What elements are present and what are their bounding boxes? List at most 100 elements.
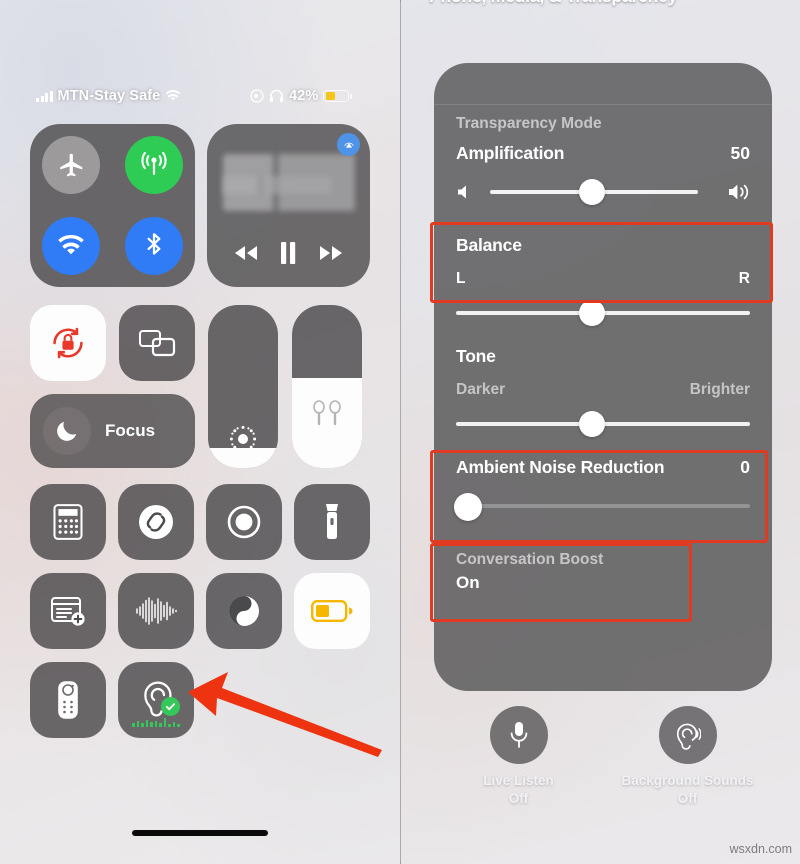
status-bar: MTN-Stay Safe 42% <box>0 84 400 108</box>
background-sounds-button[interactable]: Background Sounds Off <box>618 706 758 808</box>
airplay-glyph <box>343 142 354 148</box>
live-listen-labels: Live Listen Off <box>483 772 554 808</box>
do-not-disturb-icon <box>250 89 264 103</box>
focus-toggle[interactable]: Focus <box>30 394 195 468</box>
wifi-icon <box>58 235 85 255</box>
tone-darker-label: Darker <box>456 381 506 398</box>
tone-row[interactable]: Tone Darker Brighter <box>434 346 772 441</box>
hearing-level-bars-icon <box>118 718 194 727</box>
airpods-icon <box>292 400 362 430</box>
dark-mode-tile[interactable] <box>206 573 282 649</box>
right-panel-hearing-controls: Phone, Media, & Transparency Transparenc… <box>401 0 800 864</box>
dark-mode-icon <box>229 596 259 626</box>
shazam-icon <box>139 505 173 539</box>
ambient-noise-slider[interactable] <box>434 486 772 530</box>
balance-knob[interactable] <box>579 300 605 326</box>
balance-row[interactable]: Balance L R <box>434 235 772 330</box>
microphone-icon <box>489 706 548 764</box>
hearing-tile[interactable] <box>118 662 194 738</box>
waveform-icon <box>136 597 177 625</box>
screenshot-root: MTN-Stay Safe 42% Focus Transparency Mod… <box>0 0 800 864</box>
home-indicator <box>132 830 268 836</box>
balance-label: Balance <box>456 235 522 255</box>
checkmark-glyph <box>165 703 176 711</box>
shazam-tile[interactable] <box>118 484 194 560</box>
amplification-slider[interactable] <box>434 170 772 214</box>
flashlight-tile[interactable] <box>294 484 370 560</box>
headphones-icon <box>270 89 283 102</box>
ear-waves-icon <box>658 706 717 764</box>
ambient-noise-reduction-label: Ambient Noise Reduction <box>456 457 665 477</box>
calculator-icon <box>53 504 83 540</box>
voice-memos-tile[interactable] <box>118 573 194 649</box>
wifi-icon <box>166 90 181 101</box>
ambient-noise-reduction-row[interactable]: Ambient Noise Reduction 0 <box>434 457 772 530</box>
carrier-label: MTN-Stay Safe <box>57 88 161 104</box>
tone-slider[interactable] <box>434 407 772 441</box>
cellular-data-toggle[interactable] <box>124 135 183 194</box>
screen-mirroring-button[interactable] <box>119 305 195 381</box>
background-sounds-state: Off <box>677 790 698 806</box>
status-bar-right: 42% <box>250 88 352 104</box>
amplification-label: Amplification <box>456 143 565 163</box>
transparency-mode-label: Transparency Mode <box>456 115 602 132</box>
status-bar-left: MTN-Stay Safe <box>36 88 181 104</box>
note-add-icon <box>51 597 85 626</box>
airplane-mode-toggle[interactable] <box>42 135 101 194</box>
panel-separator <box>434 104 772 105</box>
conversation-boost-row[interactable]: Conversation Boost On <box>434 551 772 593</box>
hearing-actions: Live Listen Off Background Sounds Off <box>434 706 772 808</box>
ambient-noise-knob[interactable] <box>454 493 482 521</box>
ear-waves-glyph <box>676 723 701 750</box>
live-listen-state: Off <box>508 790 529 806</box>
live-listen-label: Live Listen <box>483 773 554 788</box>
rewind-icon[interactable] <box>232 244 260 262</box>
conversation-boost-value: On <box>456 573 480 592</box>
balance-slider[interactable] <box>434 296 772 330</box>
media-controls <box>207 241 370 265</box>
screen-record-icon <box>227 505 261 539</box>
airplane-icon <box>60 153 83 177</box>
speaker-low-icon <box>458 185 466 199</box>
balance-endpoints: L R <box>434 270 772 288</box>
now-playing-widget[interactable] <box>207 124 370 287</box>
bluetooth-icon <box>147 233 161 255</box>
hearing-panel: Transparency Mode Amplification 50 Balan… <box>434 63 772 691</box>
low-power-mode-tile[interactable] <box>294 573 370 649</box>
live-listen-button[interactable]: Live Listen Off <box>449 706 589 808</box>
cellular-bars-icon <box>36 90 53 102</box>
connectivity-module[interactable] <box>30 124 195 287</box>
background-sounds-labels: Background Sounds Off <box>621 772 753 808</box>
watermark: wsxdn.com <box>729 842 792 856</box>
volume-slider[interactable] <box>292 305 362 468</box>
conversation-boost-label: Conversation Boost <box>456 551 604 568</box>
speaker-high-icon <box>729 184 749 200</box>
fast-forward-icon[interactable] <box>317 244 345 262</box>
bluetooth-toggle[interactable] <box>124 217 183 276</box>
screen-mirroring-icon <box>139 330 176 357</box>
annotation-arrow <box>188 672 382 757</box>
apple-tv-remote-tile[interactable] <box>30 662 106 738</box>
tone-brighter-label: Brighter <box>689 381 750 398</box>
tone-label: Tone <box>456 346 496 366</box>
wifi-toggle[interactable] <box>42 217 101 276</box>
amplification-knob[interactable] <box>579 179 605 205</box>
amplification-row[interactable]: Amplification 50 <box>434 143 772 214</box>
balance-right-label: R <box>738 270 750 287</box>
crescent-moon-glyph <box>57 421 77 441</box>
brightness-slider[interactable] <box>208 305 278 468</box>
balance-left-label: L <box>456 270 466 287</box>
pause-icon[interactable] <box>278 241 298 265</box>
tone-knob[interactable] <box>579 411 605 437</box>
background-sounds-label: Background Sounds <box>621 773 754 788</box>
cellular-antenna-icon <box>141 151 167 175</box>
ambient-noise-header: Ambient Noise Reduction 0 <box>434 457 772 478</box>
flashlight-icon <box>326 504 338 539</box>
notes-tile[interactable] <box>30 573 106 649</box>
rotation-lock-toggle[interactable] <box>30 305 106 381</box>
calculator-tile[interactable] <box>30 484 106 560</box>
screen-record-tile[interactable] <box>206 484 282 560</box>
airplay-icon[interactable] <box>337 133 360 156</box>
ambient-noise-track <box>480 504 750 508</box>
remote-icon <box>58 681 78 719</box>
